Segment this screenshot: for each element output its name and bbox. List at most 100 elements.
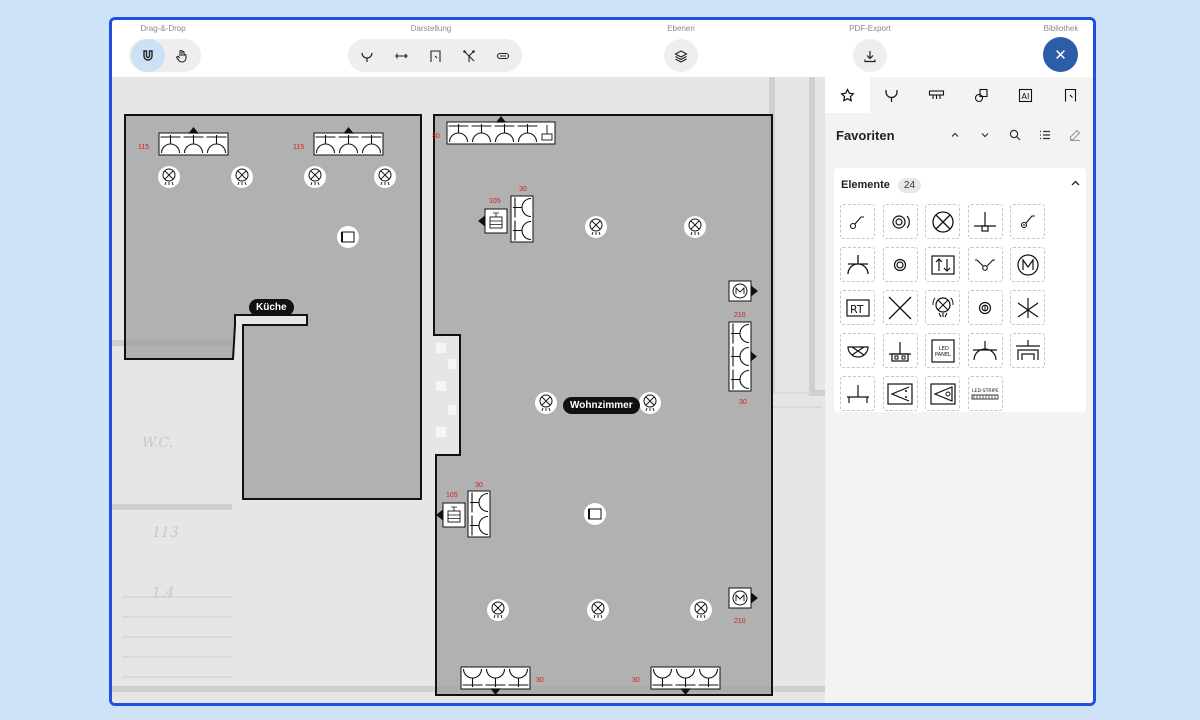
ceiling-lamp[interactable] [304, 166, 326, 188]
element-triple-outlet[interactable] [1010, 290, 1045, 325]
close-library-button[interactable]: ✕ [1043, 37, 1078, 72]
tab-doors[interactable] [1048, 77, 1093, 113]
tab-text[interactable]: AI [1003, 77, 1048, 113]
ceiling-lamp[interactable] [585, 216, 607, 238]
drag-drop-group [129, 39, 201, 72]
socket-group[interactable] [467, 490, 491, 538]
toolbar-label-darstellung: Darstellung [410, 24, 452, 33]
junction-icon [1017, 297, 1038, 318]
ceiling-lamp[interactable] [690, 599, 712, 621]
ceiling-lamp[interactable] [587, 599, 609, 621]
edit-button[interactable] [1064, 125, 1086, 145]
element-sensor-button[interactable] [967, 290, 1003, 325]
room-label-wohnzimmer[interactable]: Wohnzimmer [563, 397, 640, 414]
element-led-panel[interactable]: LED PANEL [925, 333, 960, 368]
element-speaker[interactable] [882, 376, 918, 411]
magnet-button[interactable] [131, 39, 165, 72]
projector-icon [929, 382, 956, 405]
dimmer-icon [1020, 214, 1035, 228]
room-label-kueche[interactable]: Küche [249, 299, 294, 316]
door-icon [430, 49, 441, 62]
element-spot[interactable] [840, 333, 875, 368]
wiring-icon [463, 49, 475, 62]
element-wall-outlet[interactable] [840, 376, 875, 411]
outlet-view-button[interactable] [350, 39, 384, 72]
element-led-stripe[interactable]: LED-STRIPE [967, 376, 1003, 411]
layers-button[interactable] [664, 39, 698, 72]
ceiling-lamp[interactable] [374, 166, 396, 188]
star-icon [840, 87, 855, 102]
library-tabs: AI [825, 77, 1093, 113]
element-double-switch[interactable] [967, 247, 1003, 282]
hand-button[interactable] [165, 39, 199, 72]
search-button[interactable] [1004, 125, 1026, 145]
element-ceiling-outlet[interactable] [967, 204, 1003, 239]
floor-plan-canvas[interactable]: W.C. 113 1.4 115 115 30 105 30 210 30 105 30 210 3… [112, 77, 825, 703]
element-socket[interactable] [840, 247, 875, 282]
dimension-label: 30 [475, 482, 483, 489]
list-icon [1040, 130, 1050, 140]
list-view-button[interactable] [1034, 125, 1056, 145]
dimension-label: 105 [446, 492, 458, 499]
line-view-button[interactable] [384, 39, 418, 72]
toolbar-label-ebenen: Ebenen [667, 24, 695, 33]
favorites-title: Favoriten [836, 127, 895, 143]
ceiling-lamp[interactable] [487, 599, 509, 621]
move-down-button[interactable] [974, 125, 996, 145]
door-view-button[interactable] [418, 39, 452, 72]
collapse-button[interactable] [1070, 176, 1081, 194]
thermostat-symbol[interactable] [337, 226, 359, 248]
cable-view-button[interactable] [486, 39, 520, 72]
elements-title: Elemente [841, 179, 890, 191]
element-switch[interactable] [840, 204, 875, 239]
element-room-thermostat[interactable]: RT [840, 290, 875, 325]
layers-icon [674, 49, 688, 63]
element-projector[interactable] [925, 376, 960, 411]
scan-note: 1.4 [152, 585, 174, 601]
wiring-view-button[interactable] [452, 39, 486, 72]
ceiling-lamp[interactable] [158, 166, 180, 188]
svg-text:LED-STRIPE: LED-STRIPE [972, 388, 999, 394]
elements-header[interactable]: Elemente 24 [841, 176, 1081, 194]
element-motor[interactable] [1010, 247, 1045, 282]
dimension-label: 105 [489, 198, 501, 205]
shapes-icon [974, 88, 988, 102]
move-up-button[interactable] [944, 125, 966, 145]
socket-group[interactable] [510, 195, 534, 243]
line-dots-icon [395, 53, 408, 58]
element-socket-earth[interactable] [967, 333, 1003, 368]
elements-grid: RT LED PANEL LED-STRIPE [840, 204, 1045, 411]
scan-note: 113 [152, 525, 179, 541]
tab-shapes[interactable] [959, 77, 1004, 113]
element-shutter[interactable] [925, 247, 960, 282]
floor-box-icon [1015, 339, 1040, 360]
dimension-label: 210 [734, 618, 746, 625]
pdf-export-button[interactable] [853, 39, 887, 72]
chevron-down-icon [981, 133, 989, 138]
sensor-button-icon [978, 301, 992, 314]
element-push-button[interactable] [882, 247, 918, 282]
element-dimmer[interactable] [1010, 204, 1045, 239]
dimension-label: 115 [293, 144, 304, 151]
ceiling-lamp[interactable] [231, 166, 253, 188]
ceiling-lamp[interactable] [535, 392, 557, 414]
element-double-box[interactable] [882, 333, 918, 368]
tab-outlets[interactable] [870, 77, 915, 113]
ceiling-lamp[interactable] [684, 216, 706, 238]
elements-card: Elemente 24 RT LED PANEL LED-STRIPE [834, 168, 1086, 412]
thermostat-symbol[interactable] [584, 503, 606, 525]
ceiling-outlet-icon [974, 211, 996, 232]
tab-multi-outlets[interactable] [914, 77, 959, 113]
element-floor-box[interactable] [1010, 333, 1045, 368]
socket-icon [846, 254, 869, 274]
toolbar-label-drag-drop: Drag-&-Drop [140, 24, 186, 33]
ceiling-lamp[interactable] [639, 392, 661, 414]
shutter-icon [930, 254, 955, 275]
element-motion-sensor[interactable] [882, 204, 918, 239]
element-lamp-sensor[interactable] [925, 290, 960, 325]
element-lamp[interactable] [925, 204, 960, 239]
motion-sensor-icon [892, 214, 910, 229]
element-cross[interactable] [882, 290, 918, 325]
tab-favorites[interactable] [825, 77, 870, 113]
outlet-symbol-icon [361, 52, 373, 62]
